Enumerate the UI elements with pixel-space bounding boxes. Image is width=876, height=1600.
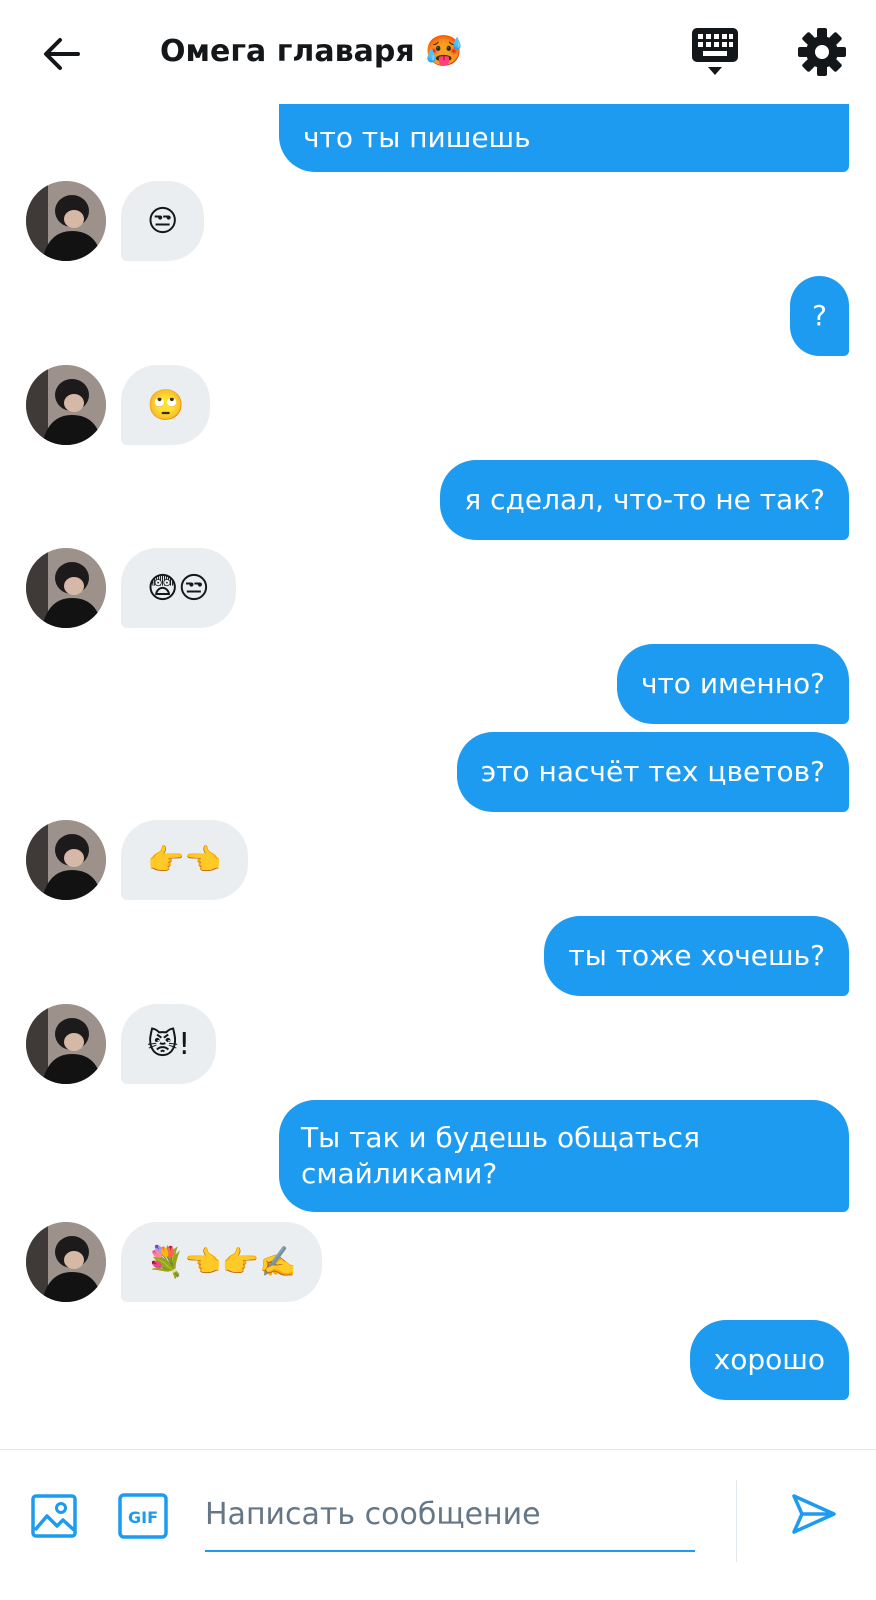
avatar[interactable] [26, 820, 106, 900]
message-text: 💐👈👉✍️ [147, 1244, 297, 1280]
person-photo-icon [26, 365, 106, 445]
message-text: 😨😒 [147, 570, 210, 606]
settings-button[interactable] [796, 26, 848, 78]
gear-icon [798, 28, 846, 76]
send-button[interactable] [790, 1490, 838, 1538]
message-composer: GIF [0, 1449, 876, 1600]
incoming-message[interactable]: 😾! [121, 1004, 217, 1084]
message-text: ? [812, 299, 827, 332]
avatar[interactable] [26, 1004, 106, 1084]
message-text: Ты так и будешь общаться смайликами? [301, 1121, 700, 1190]
chat-title-text: Омега главаря [160, 34, 415, 69]
message-list[interactable]: что ты пишешь 😒 ? 🙄 я сделал, что-то не [0, 104, 876, 1449]
back-arrow-icon [44, 38, 80, 70]
outgoing-message[interactable]: это насчёт тех цветов? [456, 732, 849, 812]
incoming-message[interactable]: 👉👈 [121, 820, 248, 900]
message-text: что именно? [640, 667, 825, 700]
message-text: 🙄 [147, 387, 185, 423]
incoming-message[interactable]: 🙄 [121, 365, 211, 445]
add-image-button[interactable] [30, 1492, 78, 1540]
send-icon [792, 1494, 836, 1534]
avatar[interactable] [26, 1222, 106, 1302]
person-photo-icon [26, 1222, 106, 1302]
chat-title: Омега главаря 🥵 [160, 30, 462, 74]
avatar[interactable] [26, 548, 106, 628]
keyboard-button[interactable] [690, 24, 740, 80]
outgoing-message[interactable]: ? [790, 276, 849, 356]
incoming-message[interactable]: 😒 [121, 181, 205, 261]
gif-label: GIF [128, 1508, 158, 1527]
outgoing-message[interactable]: я сделал, что-то не так? [440, 460, 849, 540]
avatar[interactable] [26, 181, 106, 261]
image-icon [31, 1494, 77, 1538]
back-button[interactable] [38, 30, 86, 78]
message-text: хорошо [713, 1343, 825, 1376]
message-text: что ты пишешь [303, 121, 531, 154]
incoming-message[interactable]: 💐👈👉✍️ [121, 1222, 323, 1302]
person-photo-icon [26, 181, 106, 261]
composer-divider [736, 1480, 737, 1562]
add-gif-button[interactable]: GIF [118, 1492, 168, 1540]
chat-header: Омега главаря 🥵 [0, 0, 876, 104]
incoming-message[interactable]: 😨😒 [121, 548, 236, 628]
message-text: 😾! [147, 1026, 191, 1062]
person-photo-icon [26, 1004, 106, 1084]
message-text: 👉👈 [147, 842, 222, 878]
chat-title-emoji: 🥵 [425, 34, 463, 69]
outgoing-message[interactable]: Ты так и будешь общаться смайликами? [279, 1100, 849, 1212]
avatar[interactable] [26, 365, 106, 445]
message-text: ты тоже хочешь? [568, 939, 825, 972]
outgoing-message[interactable]: хорошо [689, 1320, 849, 1400]
person-photo-icon [26, 548, 106, 628]
message-text: это насчёт тех цветов? [480, 755, 825, 788]
message-text: я сделал, что-то не так? [464, 483, 825, 516]
gif-icon: GIF [118, 1493, 168, 1539]
keyboard-icon [692, 28, 738, 75]
outgoing-message[interactable]: что ты пишешь [279, 104, 849, 172]
outgoing-message[interactable]: ты тоже хочешь? [544, 916, 849, 996]
message-input[interactable] [205, 1478, 695, 1552]
person-photo-icon [26, 820, 106, 900]
message-text: 😒 [147, 203, 179, 239]
outgoing-message[interactable]: что именно? [616, 644, 849, 724]
